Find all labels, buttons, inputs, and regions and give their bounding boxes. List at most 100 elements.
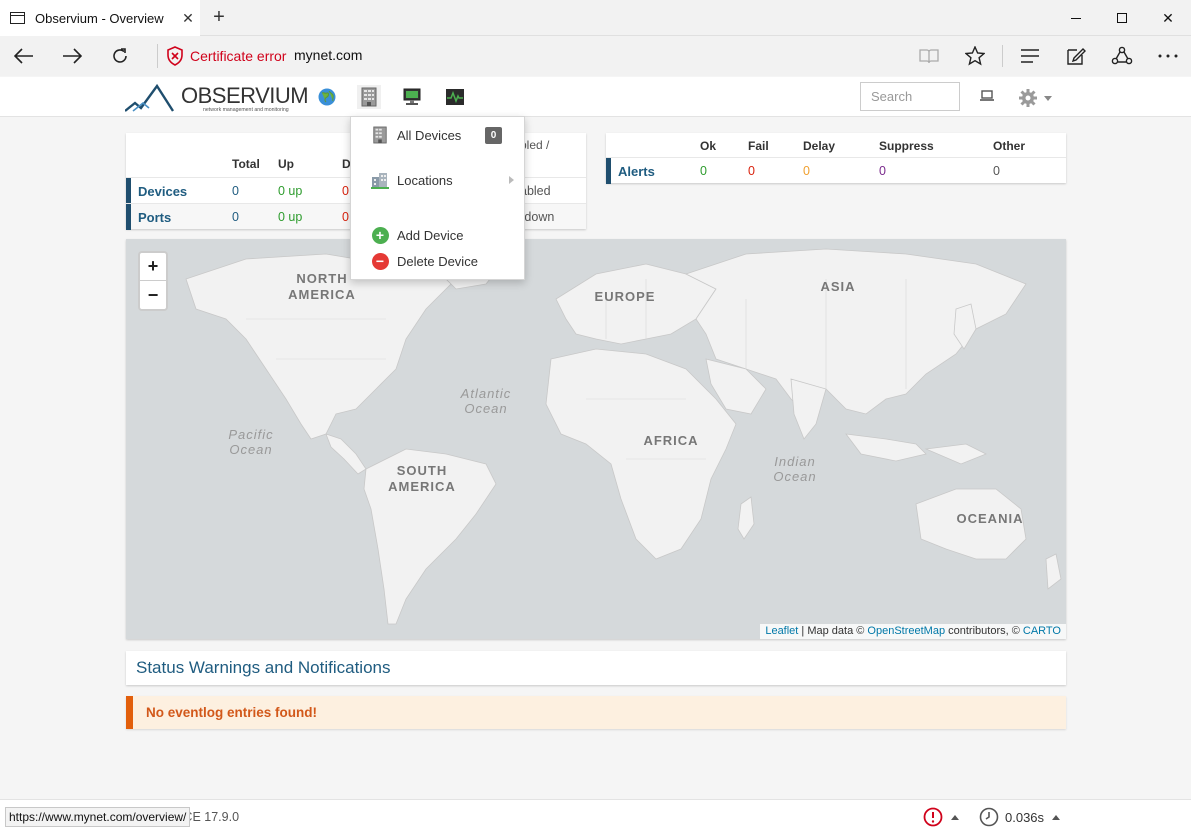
clock-icon [979,807,999,827]
footer-timing-button[interactable]: 0.036s [979,807,1061,827]
label-line: Ocean [773,469,817,484]
ports-down: 0 [342,210,349,224]
certificate-error[interactable]: Certificate error [166,46,286,66]
minimize-icon [1071,17,1081,19]
star-icon [965,46,985,66]
maximize-icon [1117,13,1127,23]
building-icon [361,87,377,107]
label-line: Ocean [229,442,273,457]
menu-item-locations[interactable]: Locations [371,171,453,189]
device-count-badge: 0 [485,127,502,144]
forward-button[interactable] [48,36,96,76]
close-tab-icon[interactable]: ✕ [176,10,200,27]
address-separator [157,44,158,68]
icon-wrap: − [371,252,389,270]
settings-menu-button[interactable] [1018,88,1052,108]
web-note-button[interactable] [1053,36,1099,76]
book-icon [919,49,939,64]
map-attribution: Leaflet | Map data © OpenStreetMap contr… [760,624,1066,639]
plus-circle-icon: + [371,226,389,244]
close-window-button[interactable]: ✕ [1145,0,1191,36]
chevron-up-icon [951,814,959,820]
search-input[interactable] [860,82,960,111]
network-monitor-icon [403,88,421,105]
warning-accent-bar [126,696,133,729]
status-warnings-panel: Status Warnings and Notifications [126,651,1066,685]
hub-button[interactable] [1007,36,1053,76]
more-button[interactable] [1145,36,1191,76]
col-fail-header: Fail [748,139,769,153]
window-controls: ✕ [1053,0,1191,36]
nav-ports-button[interactable] [400,85,424,109]
menu-item-label: Delete Device [397,253,478,269]
favorite-button[interactable] [952,36,998,76]
back-button[interactable] [0,36,48,76]
shield-error-icon [167,46,183,66]
menu-item-delete-device[interactable]: − Delete Device [371,252,478,270]
label-line: AMERICA [388,479,456,494]
map-label-pacific: Pacific Ocean [216,427,286,457]
menu-item-add-device[interactable]: + Add Device [371,226,463,244]
row-accent-bar [126,204,131,230]
url-field[interactable]: mynet.com [294,47,362,63]
certificate-error-label: Certificate error [190,48,287,64]
devices-total: 0 [232,184,239,198]
col-other-header: Other [993,139,1026,153]
refresh-button[interactable] [96,36,144,76]
back-arrow-icon [14,48,33,64]
menu-item-all-devices[interactable]: All Devices [371,126,461,144]
carto-link[interactable]: CARTO [1023,625,1061,637]
icon-wrap: + [371,226,389,244]
devices-dropdown-menu: All Devices 0 Locations + Add Device − D… [350,116,525,280]
alerts-suppress: 0 [879,164,886,178]
map-label-asia: ASIA [820,279,856,294]
label-line: NORTH [296,271,348,286]
col-up-header: Up [278,157,294,171]
reading-view-button[interactable] [906,36,952,76]
minimize-button[interactable] [1053,0,1099,36]
footer-alerts-button[interactable] [923,807,959,827]
attribution-text: | Map data © [798,625,868,637]
nav-devices-button[interactable] [357,85,381,109]
alerts-ok: 0 [700,164,707,178]
gear-icon [1019,89,1037,107]
world-map[interactable]: + − NORTH AMERICA EUROPE ASIA AFRICA SOU… [126,239,1066,639]
map-label-europe: EUROPE [594,289,656,304]
leaflet-link[interactable]: Leaflet [765,625,798,637]
openstreetmap-link[interactable]: OpenStreetMap [867,625,945,637]
attribution-text: contributors, © [945,625,1023,637]
maximize-button[interactable] [1099,0,1145,36]
ellipsis-icon [1158,54,1178,58]
eventlog-text: No eventlog entries found! [146,705,318,720]
label-line: AMERICA [288,287,356,302]
hub-icon [1021,49,1039,63]
chevron-up-icon [1052,814,1061,820]
zoom-out-button[interactable]: − [140,281,166,309]
devices-link[interactable]: Devices [138,184,187,199]
browser-tab[interactable]: Observium - Overview ✕ [0,0,200,36]
ports-link[interactable]: Ports [138,210,171,225]
zoom-in-button[interactable]: + [140,253,166,281]
nav-health-button[interactable] [443,85,467,109]
forward-arrow-icon [63,48,82,64]
row-accent-bar [606,158,611,184]
menu-item-label: All Devices [397,127,462,143]
alerts-link[interactable]: Alerts [618,164,655,179]
globe-icon [318,88,336,106]
map-label-indian: Indian Ocean [760,454,830,484]
new-tab-button[interactable]: + [206,5,232,31]
status-bar-url: https://www.mynet.com/overview/ [5,807,191,827]
share-button[interactable] [1099,36,1145,76]
observium-logo[interactable]: OBSERVIUM network management and monitor… [124,81,309,115]
table-row-alerts[interactable]: Alerts 0 0 0 0 0 [606,157,1066,184]
map-label-africa: AFRICA [643,433,699,448]
city-icon [371,171,389,189]
nav-globe-button[interactable] [315,85,339,109]
page-content: OBSERVIUM network management and monitor… [0,77,1191,834]
minus-circle-icon: − [371,252,389,270]
alerts-other: 0 [993,164,1000,178]
logo-text: OBSERVIUM [181,83,309,108]
refresh-icon [113,48,127,63]
laptop-button[interactable] [979,89,995,106]
exclamation-circle-icon [923,807,943,827]
